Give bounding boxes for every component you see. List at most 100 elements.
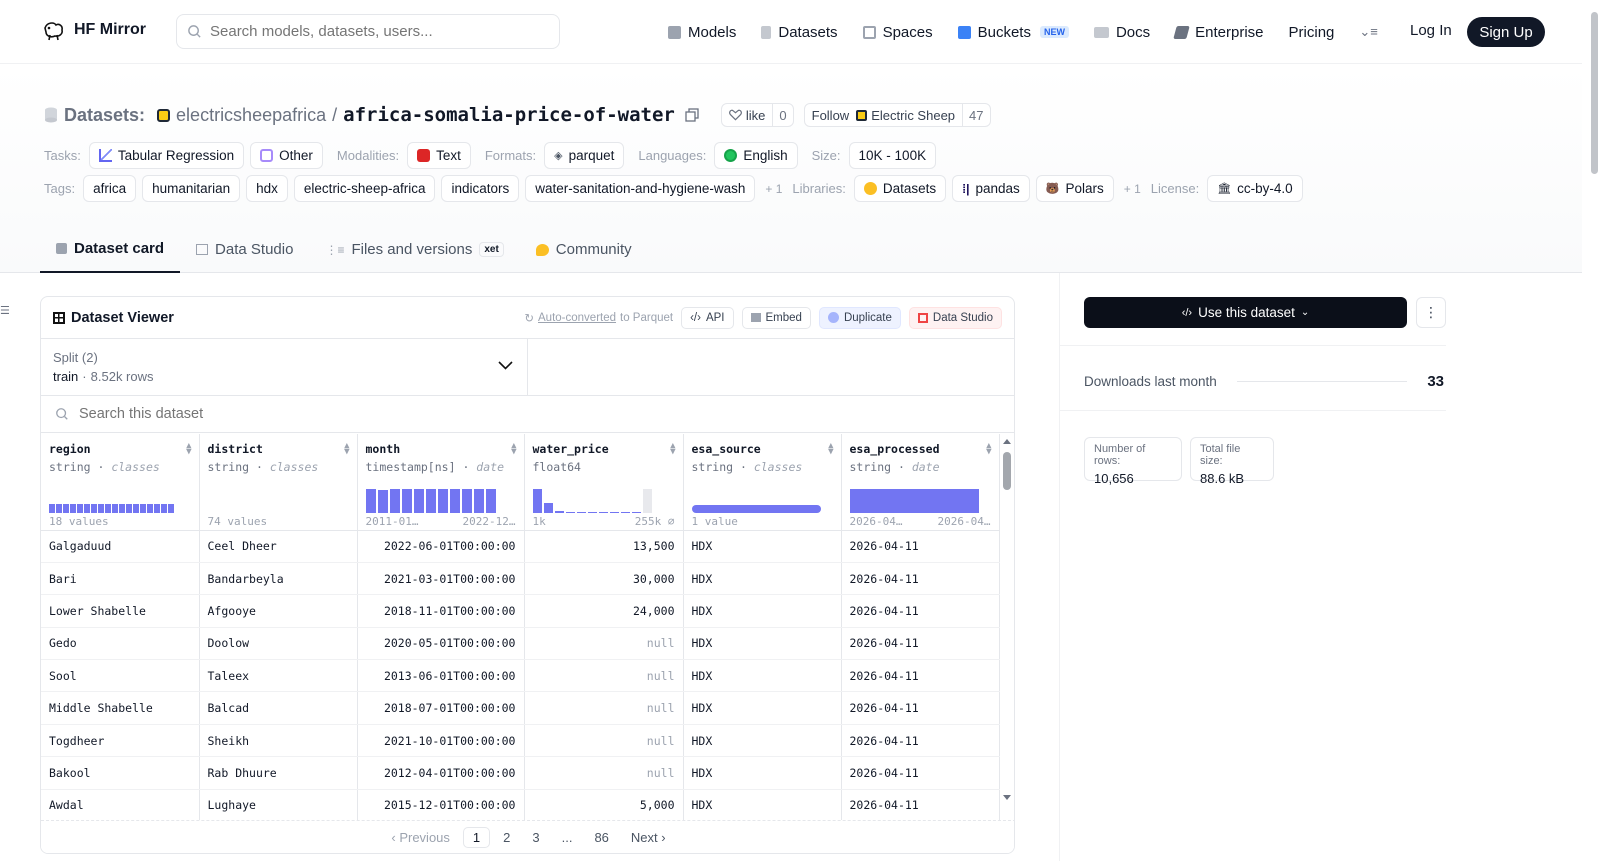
tag-modality-text[interactable]: Text bbox=[407, 142, 471, 169]
split-label: Split (2) bbox=[53, 350, 98, 365]
tag-item[interactable]: water-sanitation-and-hygiene-wash bbox=[525, 175, 756, 202]
data-studio-icon bbox=[917, 312, 928, 323]
tag-size[interactable]: 10K - 100K bbox=[848, 142, 937, 169]
org-avatar-icon bbox=[856, 109, 868, 121]
table-row[interactable]: Sool Taleex 2013-06-01T00:00:00 null HDX 2026… bbox=[41, 659, 1000, 693]
more-options-button[interactable]: ⋮ bbox=[1416, 297, 1446, 328]
tag-item[interactable]: africa bbox=[83, 175, 137, 202]
tab-community[interactable]: Community bbox=[520, 226, 648, 273]
data-studio-button[interactable]: Data Studio bbox=[908, 306, 1002, 329]
tags-more[interactable]: + 1 bbox=[765, 182, 782, 196]
tag-format-parquet[interactable]: ◈ parquet bbox=[544, 142, 625, 169]
table-row[interactable]: Bakool Rab Dhuure 2012-04-01T00:00:00 null H… bbox=[41, 756, 1000, 790]
table-cell: 2026-04-11 bbox=[841, 530, 1000, 563]
tag-library-pandas[interactable]: ⁞| pandas bbox=[952, 175, 1030, 202]
column-header-esa-processed[interactable]: esa_processed string · date ▲ ▼ 2026-04… 202… bbox=[841, 434, 1000, 531]
duplicate-button[interactable]: Duplicate bbox=[818, 306, 901, 329]
tab-data-studio[interactable]: Data Studio bbox=[180, 226, 309, 273]
dataset-viewer: Dataset Viewer ↻ Auto-converted to Parquet… bbox=[40, 296, 1015, 854]
page-1-button[interactable]: 1 bbox=[462, 826, 491, 848]
brand[interactable]: HF Mirror bbox=[42, 18, 146, 42]
page-2-button[interactable]: 2 bbox=[494, 828, 519, 847]
tag-library-polars[interactable]: 🐻 Polars bbox=[1035, 175, 1114, 202]
sidebar-toggle-icon[interactable]: ☰ bbox=[0, 304, 10, 317]
column-header-esa-source[interactable]: esa_source string · classes ▲ ▼ 1 value bbox=[683, 434, 842, 531]
nav-spaces[interactable]: Spaces bbox=[862, 24, 933, 41]
tag-item[interactable]: indicators bbox=[441, 175, 520, 202]
sort-icon[interactable]: ▲ ▼ bbox=[186, 442, 191, 457]
sort-icon[interactable]: ▲ ▼ bbox=[986, 442, 991, 457]
table-cell: Sool bbox=[41, 659, 200, 693]
follow-button[interactable]: Follow Electric Sheep 47 bbox=[803, 103, 991, 127]
sort-icon[interactable]: ▲ ▼ bbox=[511, 442, 516, 457]
column-header-month[interactable]: month timestamp[ns] · date ▲ ▼ 2011-01… 2022… bbox=[357, 434, 525, 531]
nav-buckets[interactable]: Buckets NEW bbox=[957, 24, 1069, 41]
split-value: train · 8.52k rows bbox=[53, 369, 154, 384]
table-cell: HDX bbox=[683, 789, 842, 823]
repo-name[interactable]: africa-somalia-price-of-water bbox=[343, 104, 675, 126]
next-page-button[interactable]: Next › bbox=[622, 828, 675, 847]
tag-language-english[interactable]: English bbox=[714, 142, 798, 169]
auto-converted-link[interactable]: Auto-converted bbox=[538, 312, 616, 324]
table-row[interactable]: Galgaduud Ceel Dheer 2022-06-01T00:00:00 13… bbox=[41, 530, 1000, 563]
nav-pricing[interactable]: Pricing bbox=[1289, 24, 1335, 41]
table-scrollbar[interactable] bbox=[999, 434, 1015, 804]
table-row[interactable]: Gedo Doolow 2020-05-01T00:00:00 null HDX 2026… bbox=[41, 627, 1000, 661]
nav-datasets[interactable]: Datasets bbox=[761, 24, 838, 41]
signup-button[interactable]: Sign Up bbox=[1467, 17, 1545, 47]
tag-task-tabular-regression[interactable]: Tabular Regression bbox=[88, 142, 245, 169]
chart-icon bbox=[98, 149, 112, 162]
api-button[interactable]: ‹/› API bbox=[681, 306, 734, 329]
viewer-search[interactable] bbox=[41, 396, 1014, 433]
sort-icon[interactable]: ▲ ▼ bbox=[670, 442, 675, 457]
table-row[interactable]: Middle Shabelle Balcad 2018-07-01T00:00:00… bbox=[41, 691, 1000, 725]
column-header-district[interactable]: district string · classes ▲ ▼ 74 values bbox=[199, 434, 358, 531]
repo-title: Datasets: electricsheepafrica / africa-s… bbox=[44, 103, 991, 127]
sort-icon[interactable]: ▲ ▼ bbox=[344, 442, 349, 457]
languages-label: Languages: bbox=[638, 148, 707, 163]
prev-page-button[interactable]: ‹ Previous bbox=[382, 828, 459, 847]
viewer-search-input[interactable] bbox=[79, 406, 479, 422]
table-cell: null bbox=[524, 756, 684, 790]
libraries-more[interactable]: + 1 bbox=[1124, 182, 1141, 196]
tab-files-and-versions[interactable]: ⋮≡ Files and versions xet bbox=[309, 226, 519, 273]
table-cell: 2026-04-11 bbox=[841, 789, 1000, 823]
tag-item[interactable]: hdx bbox=[246, 175, 288, 202]
embed-button[interactable]: Embed bbox=[741, 306, 811, 329]
nav-more-menu[interactable]: ⌄≡ bbox=[1359, 24, 1377, 40]
sort-icon[interactable]: ▲ ▼ bbox=[828, 442, 833, 457]
tag-license[interactable]: 🏛 cc-by-4.0 bbox=[1207, 175, 1303, 202]
copy-icon[interactable] bbox=[685, 108, 699, 122]
tab-dataset-card[interactable]: Dataset card bbox=[40, 226, 181, 273]
use-this-dataset-button[interactable]: ‹/› Use this dataset ⌄ bbox=[1084, 297, 1407, 328]
nav-docs[interactable]: Docs bbox=[1093, 24, 1150, 41]
table-cell: 2026-04-11 bbox=[841, 659, 1000, 693]
table-row[interactable]: Awdal Lughaye 2015-12-01T00:00:00 5,000 HDX 2… bbox=[41, 789, 1000, 823]
global-search-input[interactable] bbox=[210, 23, 540, 40]
tag-library-datasets[interactable]: Datasets bbox=[853, 175, 947, 202]
column-header-water-price[interactable]: water_price float64 ▲ ▼ 1k 255k ⌀ bbox=[524, 434, 684, 531]
nav-models[interactable]: Models bbox=[668, 24, 736, 41]
table-row[interactable]: Togdheer Sheikh 2021-10-01T00:00:00 null HDX… bbox=[41, 724, 1000, 758]
global-search[interactable] bbox=[176, 14, 560, 49]
like-button[interactable]: like 0 bbox=[720, 103, 794, 127]
page-scrollbar[interactable] bbox=[1588, 0, 1600, 861]
login-link[interactable]: Log In bbox=[1410, 22, 1452, 39]
repo-owner-link[interactable]: electricsheepafrica bbox=[176, 105, 326, 126]
tag-item[interactable]: humanitarian bbox=[142, 175, 241, 202]
page-3-button[interactable]: 3 bbox=[523, 828, 548, 847]
table-row[interactable]: Lower Shabelle Afgooye 2018-11-01T00:00:00… bbox=[41, 594, 1000, 628]
search-icon bbox=[188, 25, 201, 38]
page-86-button[interactable]: 86 bbox=[585, 828, 617, 847]
table-cell: Rab Dhuure bbox=[199, 756, 358, 790]
downloads-label: Downloads last month bbox=[1084, 374, 1217, 389]
tag-item[interactable]: electric-sheep-africa bbox=[293, 175, 436, 202]
book-icon bbox=[1093, 26, 1109, 38]
split-selector[interactable]: Split (2) train · 8.52k rows bbox=[41, 339, 528, 395]
column-header-region[interactable]: region string · classes ▲ ▼ 18 values bbox=[41, 434, 200, 531]
tag-task-other[interactable]: Other bbox=[250, 142, 323, 169]
nav-enterprise[interactable]: Enterprise bbox=[1173, 24, 1264, 41]
pagination: ‹ Previous 1 2 3 ... 86 Next › bbox=[41, 820, 1014, 853]
table-row[interactable]: Bari Bandarbeyla 2021-03-01T00:00:00 30,000… bbox=[41, 562, 1000, 596]
formats-label: Formats: bbox=[484, 148, 537, 163]
